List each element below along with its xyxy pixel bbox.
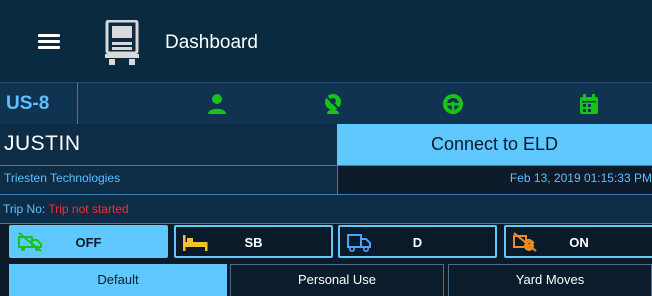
status-bar: US-8 bbox=[0, 82, 652, 126]
current-datetime: Feb 13, 2019 01:15:33 PM bbox=[509, 171, 652, 185]
trip-number: Trip No: Trip not started bbox=[3, 202, 129, 216]
trip-value: Trip not started bbox=[48, 202, 129, 216]
tab-personal-use[interactable]: Personal Use bbox=[230, 264, 444, 296]
mode-tabs: Default Personal Use Yard Moves bbox=[0, 262, 652, 296]
duty-d-label: D bbox=[412, 235, 423, 250]
duty-sb-button[interactable]: SB bbox=[174, 225, 333, 258]
duty-on-label: ON bbox=[569, 235, 589, 250]
duty-off-button[interactable]: OFF bbox=[9, 225, 168, 258]
steering-wheel-icon[interactable] bbox=[441, 92, 465, 116]
calendar-icon[interactable] bbox=[577, 92, 601, 116]
duty-on-button[interactable]: ON bbox=[504, 225, 652, 258]
company-name: Triesten Technologies bbox=[4, 171, 121, 185]
duty-off-label: OFF bbox=[75, 235, 102, 250]
row-divider bbox=[0, 165, 652, 166]
hamburger-menu-icon[interactable] bbox=[38, 34, 60, 50]
duty-status-selector: OFF SB D ON bbox=[0, 223, 652, 261]
driver-name: JUSTIN bbox=[4, 132, 81, 155]
app-header: Dashboard bbox=[0, 0, 652, 82]
driver-info: JUSTIN Triesten Technologies bbox=[0, 124, 338, 194]
tab-yard-moves[interactable]: Yard Moves bbox=[448, 264, 652, 296]
dashboard-screen: Dashboard US-8 JUSTIN Triesten Technolog… bbox=[0, 0, 652, 296]
duty-d-button[interactable]: D bbox=[338, 225, 497, 258]
trip-label: Trip No: bbox=[3, 202, 46, 216]
page-title: Dashboard bbox=[165, 32, 258, 53]
connect-eld-button[interactable]: Connect to ELD bbox=[337, 124, 652, 165]
driver-panel: JUSTIN Triesten Technologies Connect to … bbox=[0, 124, 652, 194]
unit-number: US-8 bbox=[0, 83, 78, 125]
truck-front-icon bbox=[105, 20, 139, 65]
no-codriver-icon[interactable] bbox=[321, 92, 345, 116]
trip-row: Trip No: Trip not started bbox=[0, 194, 652, 224]
duty-sb-label: SB bbox=[244, 235, 263, 250]
tab-default[interactable]: Default bbox=[9, 264, 227, 296]
driver-icon[interactable] bbox=[205, 92, 229, 116]
